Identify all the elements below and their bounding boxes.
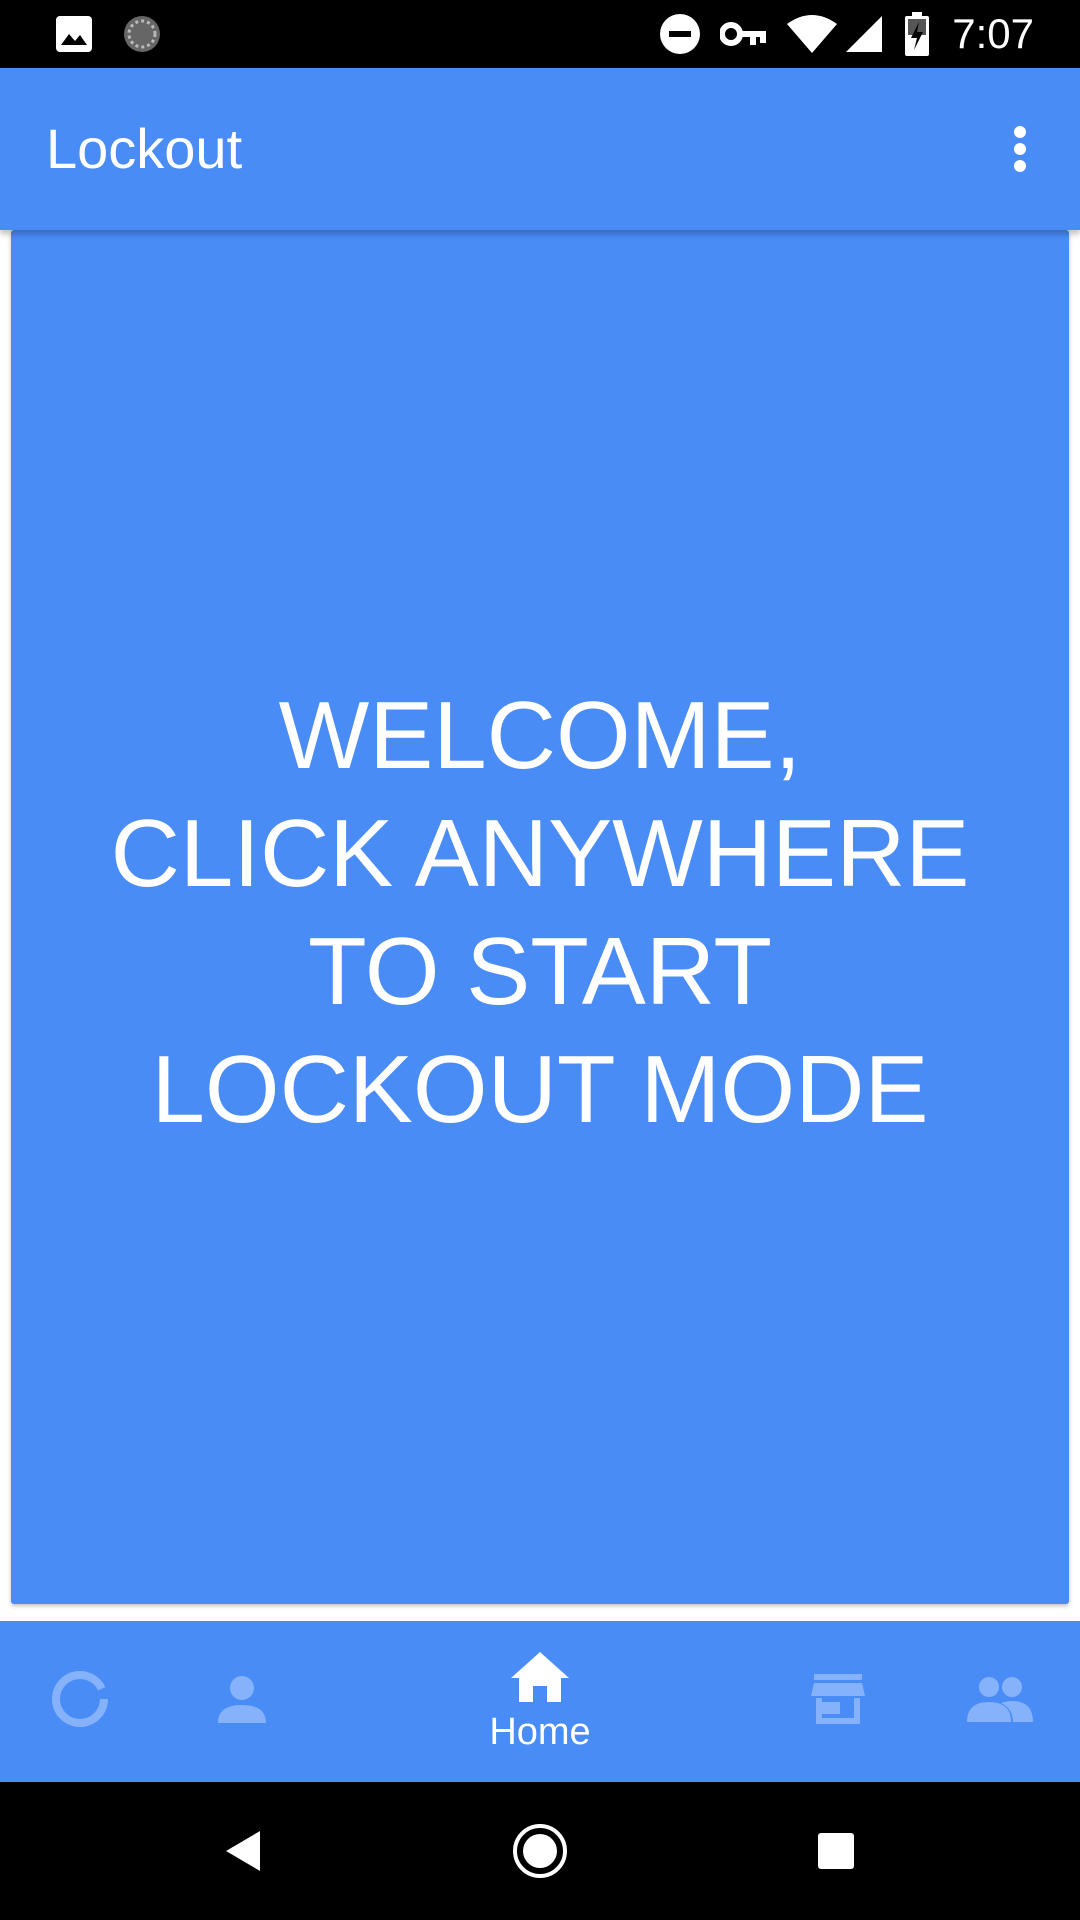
welcome-line: CLICK ANYWHERE (110, 800, 970, 907)
nav-item-progress[interactable] (20, 1621, 140, 1782)
store-icon (810, 1674, 866, 1729)
app-title: Lockout (46, 117, 243, 180)
welcome-line: WELCOME, (278, 682, 802, 789)
welcome-line: TO START (307, 918, 773, 1025)
start-lockout-area[interactable]: WELCOME, CLICK ANYWHERE TO START LOCKOUT… (11, 230, 1069, 1604)
nav-item-home[interactable]: Home (450, 1621, 630, 1782)
sync-icon (120, 12, 164, 56)
person-icon (216, 1673, 268, 1730)
cell-signal-icon (842, 12, 886, 56)
progress-ring-icon (50, 1669, 110, 1734)
status-bar: 7:07 (0, 0, 1080, 68)
home-circle-icon[interactable] (480, 1782, 600, 1920)
status-time: 7:07 (952, 10, 1034, 57)
back-icon[interactable] (184, 1782, 304, 1920)
people-icon (967, 1676, 1033, 1727)
vpn-key-icon (720, 12, 768, 56)
welcome-line: LOCKOUT MODE (151, 1036, 929, 1143)
bottom-navigation: Home (0, 1621, 1080, 1782)
recents-icon[interactable] (776, 1782, 896, 1920)
battery-charging-icon (902, 12, 932, 56)
nav-item-people[interactable] (940, 1621, 1060, 1782)
nav-item-store[interactable] (778, 1621, 898, 1782)
nav-label-home: Home (489, 1710, 591, 1753)
home-icon (509, 1650, 571, 1709)
more-vert-icon[interactable] (980, 109, 1060, 189)
do-not-disturb-icon (658, 12, 702, 56)
nav-item-profile[interactable] (182, 1621, 302, 1782)
app-bar: Lockout (0, 68, 1080, 230)
image-icon (52, 12, 96, 56)
system-navigation-bar (0, 1782, 1080, 1920)
wifi-icon (786, 12, 838, 56)
welcome-message: WELCOME, CLICK ANYWHERE TO START LOCKOUT… (111, 677, 970, 1149)
